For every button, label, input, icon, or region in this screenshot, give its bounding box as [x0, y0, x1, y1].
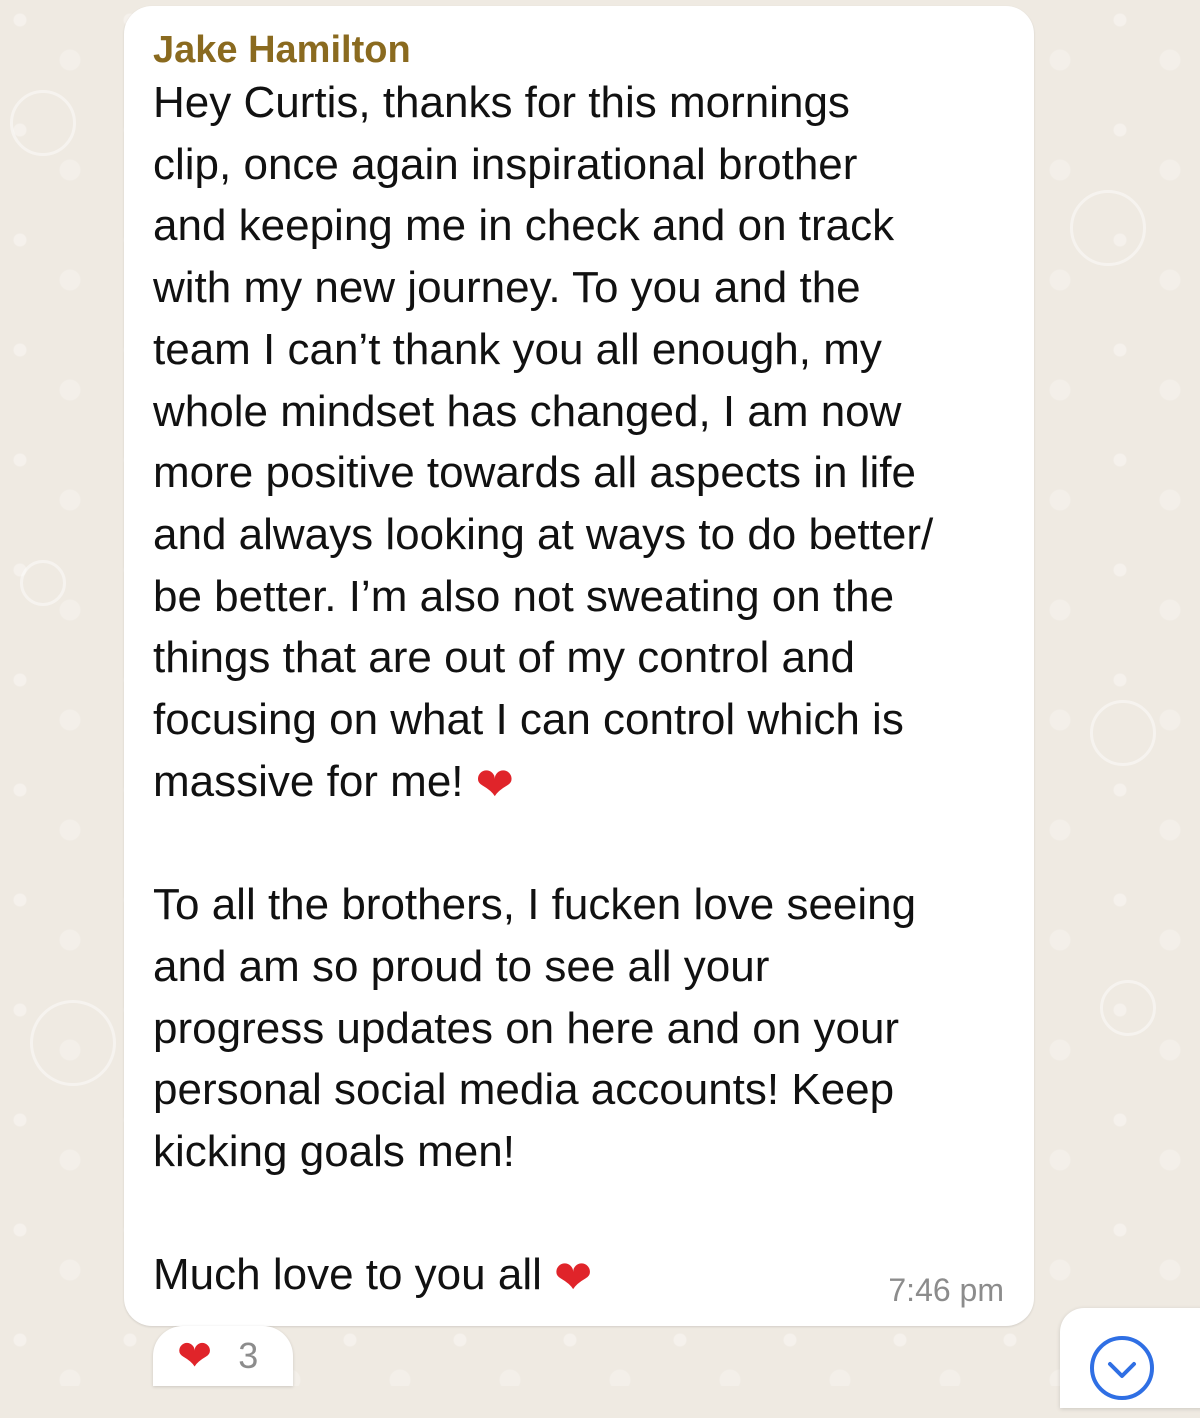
reaction-pill[interactable]: ❤ 3 — [153, 1326, 293, 1386]
message-line: more positive towards all aspects in lif… — [153, 448, 916, 498]
closing-text: Much love to you all — [153, 1250, 542, 1300]
heart-emoji: ❤ — [553, 1250, 593, 1305]
message-line-text: massive for me! — [153, 756, 464, 806]
wallpaper-doodle — [1100, 980, 1156, 1036]
message-line: team I can’t thank you all enough, my — [153, 324, 882, 374]
message-line: and am so proud to see all your — [153, 941, 770, 991]
message-line-with-emoji: massive for me! ❤ — [153, 751, 1004, 813]
sender-name[interactable]: Jake Hamilton — [153, 26, 1004, 72]
closing-line: Much love to you all ❤ — [153, 1244, 1004, 1306]
message-line: kicking goals men! — [153, 1126, 515, 1176]
reaction-count: 3 — [238, 1335, 259, 1376]
message-line: To all the brothers, I fucken love seein… — [153, 880, 917, 930]
message-line: and keeping me in check and on track — [153, 201, 895, 251]
scroll-to-bottom-button[interactable] — [1060, 1308, 1200, 1408]
chevron-down-icon — [1090, 1336, 1154, 1400]
message-line: things that are out of my control and — [153, 633, 855, 683]
wallpaper-doodle — [30, 1000, 116, 1086]
message-timestamp: 7:46 pm — [888, 1272, 1004, 1308]
wallpaper-doodle — [10, 90, 76, 156]
wallpaper-doodle — [1070, 190, 1146, 266]
heart-emoji: ❤ — [475, 756, 515, 811]
message-bubble[interactable]: Jake Hamilton Hey Curtis, thanks for thi… — [124, 6, 1034, 1326]
message-line: with my new journey. To you and the — [153, 263, 861, 313]
wallpaper-doodle — [20, 560, 66, 606]
message-line: whole mindset has changed, I am now — [153, 386, 902, 436]
message-line: be better. I’m also not sweating on the — [153, 571, 895, 621]
message-line: Hey Curtis, thanks for this mornings — [153, 78, 850, 127]
message-line: and always looking at ways to do better/ — [153, 509, 934, 559]
reaction-heart-emoji: ❤ — [177, 1331, 213, 1380]
message-line: focusing on what I can control which is — [153, 695, 904, 745]
wallpaper-doodle — [1090, 700, 1156, 766]
message-line: clip, once again inspirational brother — [153, 139, 858, 189]
message-line: personal social media accounts! Keep — [153, 1065, 895, 1115]
message-line: progress updates on here and on your — [153, 1003, 900, 1053]
